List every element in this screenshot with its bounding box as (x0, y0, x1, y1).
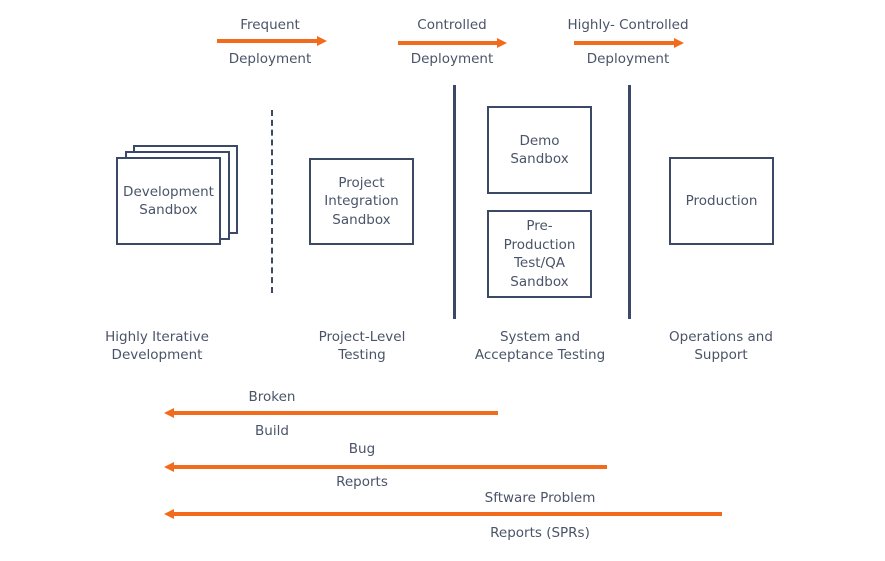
forward-arrow-1-label-top: Frequent (240, 17, 300, 33)
stage-4-line1: Operations and (669, 329, 773, 345)
demo-sandbox-box: Demo Sandbox (487, 106, 592, 194)
feedback-arrow-2-head (164, 462, 174, 472)
development-sandbox-box: Development Sandbox (116, 157, 221, 245)
feedback-arrow-3 (164, 509, 722, 519)
project-integration-sandbox-box: Project Integration Sandbox (309, 158, 414, 245)
solid-divider-1 (453, 85, 456, 319)
development-sandbox-label: Development Sandbox (123, 183, 214, 219)
feedback-arrow-1-label-bottom: Build (255, 423, 289, 439)
project-integration-sandbox-label: Project Integration Sandbox (324, 174, 399, 228)
feedback-arrow-2-label-top: Bug (348, 441, 376, 457)
forward-arrow-1 (217, 36, 327, 46)
forward-arrow-2 (398, 38, 507, 48)
forward-arrow-3 (574, 38, 684, 48)
feedback-arrow-2 (164, 462, 607, 472)
forward-arrow-3-label-bottom: Deployment (586, 51, 670, 67)
stage-3-line1: System and (499, 329, 581, 345)
feedback-arrow-1 (164, 408, 498, 418)
stage-1-line1: Highly Iterative (105, 329, 209, 345)
production-box: Production (669, 157, 774, 245)
feedback-arrow-3-label-bottom: Reports (SPRs) (490, 525, 590, 541)
forward-arrow-3-label-top: Highly- Controlled (567, 17, 689, 33)
stage-2-line2: Testing (338, 347, 386, 363)
forward-arrow-2-head (497, 38, 507, 48)
solid-divider-2 (628, 85, 631, 319)
forward-arrow-1-label-bottom: Deployment (228, 51, 312, 67)
feedback-arrow-1-label-top: Broken (248, 389, 296, 405)
preproduction-sandbox-box: Pre- Production Test/QA Sandbox (487, 210, 592, 298)
feedback-arrow-3-head (164, 509, 174, 519)
dashed-divider (271, 110, 273, 293)
forward-arrow-1-head (317, 36, 327, 46)
forward-arrow-2-label-top: Controlled (417, 17, 487, 33)
stage-4-line2: Support (694, 347, 748, 363)
preproduction-sandbox-label: Pre- Production Test/QA Sandbox (503, 218, 576, 290)
stage-2-line1: Project-Level (318, 329, 406, 345)
forward-arrow-2-label-bottom: Deployment (410, 51, 494, 67)
production-label: Production (685, 192, 758, 209)
feedback-arrow-2-label-bottom: Reports (336, 474, 388, 490)
stage-3-line2: Acceptance Testing (474, 347, 606, 363)
arrows-layer (164, 36, 722, 519)
stage-1-line2: Development (111, 347, 203, 363)
demo-sandbox-label: Demo Sandbox (510, 132, 569, 168)
feedback-arrow-3-label-top: Sftware Problem (484, 490, 596, 506)
feedback-arrow-1-head (164, 408, 174, 418)
forward-arrow-3-head (674, 38, 684, 48)
